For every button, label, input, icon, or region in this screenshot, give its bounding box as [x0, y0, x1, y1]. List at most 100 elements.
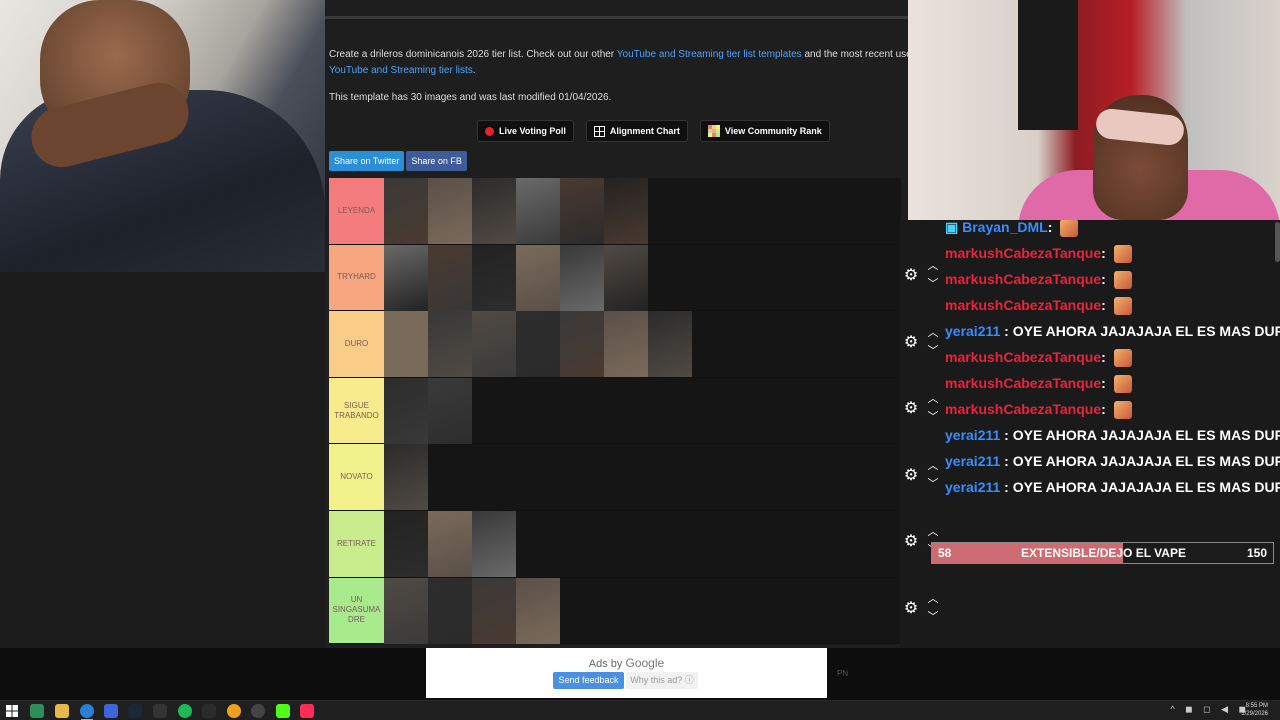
- tier-image[interactable]: [560, 178, 604, 244]
- tier-image[interactable]: [516, 178, 560, 244]
- chat-username[interactable]: yerai211: [945, 323, 1000, 339]
- tier-image[interactable]: [560, 244, 604, 311]
- chevron-down-icon[interactable]: ﹀: [927, 412, 939, 423]
- tier-label[interactable]: RETIRATE: [329, 510, 384, 577]
- chevron-down-icon[interactable]: ﹀: [927, 478, 939, 489]
- tier-image[interactable]: [604, 244, 648, 311]
- tier-label[interactable]: UN SINGASUMA DRE: [329, 577, 384, 644]
- tier-image[interactable]: [516, 244, 560, 311]
- chat-separator: :: [1101, 401, 1110, 417]
- user-badge-icon: ▣: [945, 220, 963, 235]
- chevron-up-icon[interactable]: ︿: [927, 527, 939, 538]
- tiktok-icon[interactable]: [300, 704, 314, 718]
- chevron-down-icon[interactable]: ﹀: [927, 345, 939, 356]
- chat-username[interactable]: markushCabezaTanque: [945, 271, 1101, 287]
- chat-message: yerai211 : OYE AHORA JAJAJAJA EL ES MAS …: [945, 448, 1280, 474]
- chat-separator: :: [1101, 349, 1110, 365]
- chevron-up-icon[interactable]: ︿: [927, 327, 939, 338]
- live-voting-poll-button[interactable]: Live Voting Poll: [477, 120, 574, 142]
- spotify-icon[interactable]: [178, 704, 192, 718]
- tier-image[interactable]: [472, 510, 516, 577]
- store-icon[interactable]: [104, 704, 118, 718]
- chat-username[interactable]: Brayan_DML: [962, 220, 1048, 235]
- obs-icon[interactable]: [251, 704, 265, 718]
- chrome-icon[interactable]: [227, 704, 241, 718]
- chevron-up-icon[interactable]: ︿: [927, 261, 939, 272]
- share-twitter-button[interactable]: Share on Twitter: [329, 151, 405, 171]
- youtube-tierlists-link[interactable]: YouTube and Streaming tier lists: [329, 65, 473, 76]
- tier-image[interactable]: [428, 377, 472, 444]
- gear-icon[interactable]: ⚙: [903, 401, 919, 417]
- tier-image[interactable]: [648, 311, 692, 378]
- chevron-down-icon[interactable]: ﹀: [927, 612, 939, 623]
- chat-username[interactable]: markushCabezaTanque: [945, 297, 1101, 313]
- tier-image[interactable]: [384, 377, 428, 444]
- tier-image[interactable]: [428, 577, 472, 644]
- tier-image[interactable]: [604, 311, 648, 378]
- tier-image[interactable]: [384, 444, 428, 511]
- chevron-down-icon[interactable]: ﹀: [927, 279, 939, 290]
- tier-image[interactable]: [384, 577, 428, 644]
- chevron-up-icon[interactable]: ︿: [927, 460, 939, 471]
- pen-tool-icon[interactable]: [153, 704, 167, 718]
- terminal-icon[interactable]: [202, 704, 216, 718]
- tier-image[interactable]: [384, 244, 428, 311]
- chevron-up-icon[interactable]: ︿: [927, 594, 939, 605]
- chat-username[interactable]: yerai211: [945, 427, 1000, 443]
- tier-image[interactable]: [604, 178, 648, 244]
- tier-image[interactable]: [384, 178, 428, 244]
- chat-username[interactable]: markushCabezaTanque: [945, 375, 1101, 391]
- tier-label[interactable]: LEYENDA: [329, 178, 384, 244]
- tier-image[interactable]: [428, 178, 472, 244]
- tier-image[interactable]: [472, 577, 516, 644]
- tier-label[interactable]: SIGUE TRABANDO: [329, 377, 384, 444]
- ads-by-google: Ads by Google: [426, 656, 827, 670]
- youtube-templates-link[interactable]: YouTube and Streaming tier list template…: [617, 49, 802, 60]
- view-community-rank-button[interactable]: View Community Rank: [699, 120, 830, 142]
- windows-taskbar: ^ ◼ ◻ ◀ ◼ 8:55 PM 1/29/2026: [0, 700, 1280, 720]
- windows-start-icon[interactable]: [6, 704, 20, 718]
- gear-icon[interactable]: ⚙: [903, 467, 919, 484]
- why-this-ad-button[interactable]: Why this ad? ⓘ: [626, 672, 698, 689]
- gear-icon[interactable]: ⚙: [903, 268, 919, 284]
- chat-username[interactable]: yerai211: [945, 453, 1000, 469]
- file-explorer-icon[interactable]: [55, 704, 69, 718]
- tier-image[interactable]: [428, 510, 472, 577]
- chevron-up-icon[interactable]: ︿: [927, 394, 939, 405]
- tier-image[interactable]: [516, 311, 560, 378]
- excel-icon[interactable]: [30, 704, 44, 718]
- kick-icon[interactable]: [276, 704, 290, 718]
- tier-image[interactable]: [472, 311, 516, 378]
- gear-icon[interactable]: ⚙: [903, 534, 919, 550]
- chat-username[interactable]: markushCabezaTanque: [945, 401, 1101, 417]
- ads-by-label: Ads by: [588, 658, 623, 670]
- chat-message: markushCabezaTanque:: [945, 344, 1280, 370]
- steam-icon[interactable]: [128, 704, 142, 718]
- gear-icon[interactable]: ⚙: [903, 334, 919, 351]
- tier-image[interactable]: [472, 178, 516, 244]
- tier-image[interactable]: [428, 311, 472, 378]
- system-clock[interactable]: 8:55 PM 1/29/2026: [1241, 702, 1268, 718]
- chat-message: yerai211 : OYE AHORA JAJAJAJA EL ES MAS …: [945, 474, 1280, 500]
- tier-label[interactable]: TRYHARD: [329, 244, 384, 311]
- chat-username[interactable]: markushCabezaTanque: [945, 245, 1101, 261]
- tier-image[interactable]: [428, 244, 472, 311]
- tier-image[interactable]: [472, 244, 516, 311]
- chat-username[interactable]: yerai211: [945, 479, 1000, 495]
- tier-label[interactable]: DURO: [329, 311, 384, 377]
- send-feedback-button[interactable]: Send feedback: [553, 672, 624, 689]
- chat-separator: :: [1101, 271, 1110, 287]
- gear-icon[interactable]: ⚙: [903, 601, 919, 617]
- tier-label[interactable]: NOVATO: [329, 444, 384, 510]
- tier-image[interactable]: [560, 311, 604, 378]
- tier-image[interactable]: [384, 311, 428, 378]
- alignment-chart-button[interactable]: Alignment Chart: [585, 120, 688, 142]
- system-tray[interactable]: ^ ◼ ◻ ◀ ◼: [1170, 704, 1250, 715]
- google-brand-label: Google: [625, 656, 665, 670]
- edge-browser-icon[interactable]: [80, 704, 94, 718]
- tier-items: [384, 444, 428, 511]
- chat-username[interactable]: markushCabezaTanque: [945, 349, 1101, 365]
- tier-image[interactable]: [384, 510, 428, 577]
- share-fb-button[interactable]: Share on FB: [406, 151, 467, 171]
- tier-image[interactable]: [516, 577, 560, 644]
